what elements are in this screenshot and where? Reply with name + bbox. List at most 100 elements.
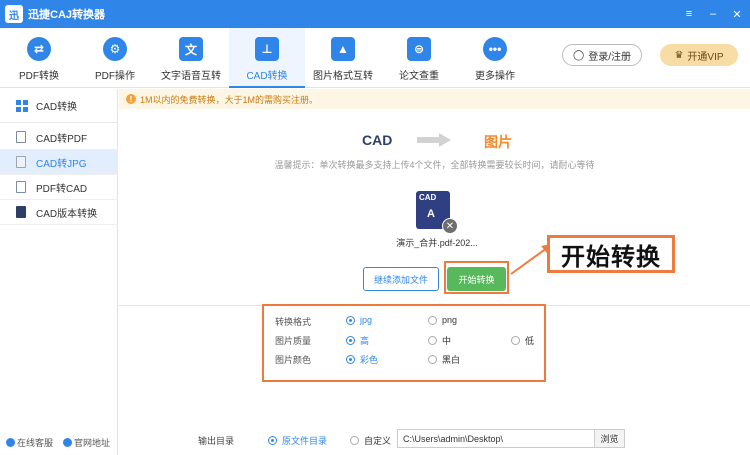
radio-label: 低 xyxy=(525,336,535,346)
cad-file-icon xyxy=(16,206,26,218)
cad-icon: ⊥ xyxy=(255,37,279,61)
vip-button[interactable]: ♛ 开通VIP xyxy=(660,44,738,66)
quality-row: 图片质量 高 中 低 xyxy=(264,331,544,349)
tab-text-voice[interactable]: 文 文字语音互转 xyxy=(153,28,229,88)
sidebar-item-pdf-to-cad[interactable]: PDF转CAD xyxy=(0,175,118,200)
color-row: 图片颜色 彩色 黑白 xyxy=(264,350,544,368)
tab-label: 图片格式互转 xyxy=(313,71,373,82)
pdf-convert-icon: ⇄ xyxy=(27,37,51,61)
sidebar-item-cad-to-jpg[interactable]: CAD转JPG xyxy=(0,150,118,175)
quality-high-radio[interactable]: 高 xyxy=(346,334,369,347)
color-full-radio[interactable]: 彩色 xyxy=(346,353,378,366)
headset-icon xyxy=(6,438,15,447)
format-png-radio[interactable]: png xyxy=(428,315,457,325)
tab-label: PDF操作 xyxy=(95,71,135,82)
file-card[interactable]: CAD A ✕ 演示_合并.pdf-202... xyxy=(392,190,482,250)
output-path-field[interactable]: C:\Users\admin\Desktop\ xyxy=(397,429,595,448)
user-icon: ◯ xyxy=(573,49,585,61)
radio-label: 高 xyxy=(360,336,370,346)
image-file-icon xyxy=(16,156,26,168)
menu-icon[interactable]: ≡ xyxy=(682,8,696,20)
warning-icon: ! xyxy=(126,94,136,104)
callout-label: 开始转换 xyxy=(547,235,675,273)
output-row: 输出目录 原文件目录 自定义 C:\Users\admin\Desktop\ 浏… xyxy=(119,428,750,450)
minimize-icon[interactable]: – xyxy=(706,8,720,20)
tab-cad-convert[interactable]: ⊥ CAD转换 xyxy=(229,28,305,88)
website-link[interactable]: 官网地址 xyxy=(63,436,110,449)
login-label: 登录/注册 xyxy=(588,51,631,63)
radio-label: 中 xyxy=(442,336,452,346)
radio-label: jpg xyxy=(360,315,373,325)
format-label: 转换格式 xyxy=(275,317,312,327)
custom-dir-radio[interactable]: 自定义 xyxy=(350,434,391,447)
file-name: 演示_合并.pdf-202... xyxy=(396,238,478,248)
title-bar: 迅 迅捷CAJ转换器 ≡ – ✕ xyxy=(0,0,750,28)
color-bw-radio[interactable]: 黑白 xyxy=(428,353,460,366)
tab-paper-check[interactable]: ⊜ 论文查重 xyxy=(381,28,457,88)
tip-text: 温馨提示：单次转换最多支持上传4个文件，全部转换需要较长时间，请耐心等待 xyxy=(274,160,595,170)
format-row: 转换格式 jpg png xyxy=(264,312,544,330)
online-service-label: 在线客服 xyxy=(17,438,54,448)
tab-label: 文字语音互转 xyxy=(161,71,221,82)
radio-label: 黑白 xyxy=(442,355,461,365)
sidebar-header: CAD转换 xyxy=(0,89,118,123)
browse-button[interactable]: 浏览 xyxy=(595,429,625,448)
sidebar-header-label: CAD转换 xyxy=(36,102,78,113)
vip-label: 开通VIP xyxy=(687,51,724,63)
sidebar-item-label: CAD版本转换 xyxy=(36,208,98,220)
tab-label: 更多操作 xyxy=(475,71,515,82)
tab-label: PDF转换 xyxy=(19,71,59,82)
radio-label: 彩色 xyxy=(360,355,379,365)
sidebar-item-label: PDF转CAD xyxy=(36,183,88,195)
tab-label: 论文查重 xyxy=(399,71,439,82)
gear-icon: ⚙ xyxy=(103,37,127,61)
tab-more[interactable]: ••• 更多操作 xyxy=(457,28,533,88)
notice-text: 1M以内的免费转换，大于1M的需购买注册。 xyxy=(140,94,319,105)
website-label: 官网地址 xyxy=(74,438,111,448)
cad-glyph: A xyxy=(427,208,435,220)
tab-pdf-operations[interactable]: ⚙ PDF操作 xyxy=(77,28,153,88)
crown-icon: ♛ xyxy=(674,49,684,61)
add-files-button[interactable]: 继续添加文件 xyxy=(363,267,439,291)
login-button[interactable]: ◯ 登录/注册 xyxy=(562,44,642,66)
close-icon[interactable]: ✕ xyxy=(730,8,744,21)
tab-pdf-convert[interactable]: ⇄ PDF转换 xyxy=(1,28,77,88)
quality-low-radio[interactable]: 低 xyxy=(511,334,534,347)
remove-file-icon[interactable]: ✕ xyxy=(442,218,458,234)
online-service-link[interactable]: 在线客服 xyxy=(6,436,53,449)
output-label: 输出目录 xyxy=(198,436,235,446)
pdf-file-icon xyxy=(16,181,26,193)
convert-to-label: 图片 xyxy=(484,134,512,150)
sidebar-footer: 在线客服 官网地址 xyxy=(6,436,110,449)
sidebar: CAD转换 CAD转PDF CAD转JPG PDF转CAD CAD版本转换 在线… xyxy=(0,89,118,455)
text-voice-icon: 文 xyxy=(179,37,203,61)
image-icon: ▲ xyxy=(331,37,355,61)
globe-icon xyxy=(63,438,73,447)
sidebar-item-label: CAD转JPG xyxy=(36,158,87,170)
tab-image-format[interactable]: ▲ 图片格式互转 xyxy=(305,28,381,88)
format-jpg-radio[interactable]: jpg xyxy=(346,315,372,325)
sidebar-item-cad-version[interactable]: CAD版本转换 xyxy=(0,200,118,225)
cad-badge: CAD xyxy=(419,193,437,202)
pdf-file-icon xyxy=(16,131,26,143)
quality-medium-radio[interactable]: 中 xyxy=(428,334,451,347)
grid-icon xyxy=(16,99,28,112)
notice-bar: ! 1M以内的免费转换，大于1M的需购买注册。 xyxy=(119,89,750,109)
options-panel: 转换格式 jpg png 图片质量 高 中 低 图片颜色 彩色 黑白 xyxy=(262,304,546,382)
color-label: 图片颜色 xyxy=(275,355,312,365)
radio-label: 原文件目录 xyxy=(282,436,328,446)
start-convert-button[interactable]: 开始转换 xyxy=(447,267,506,291)
radio-label: 自定义 xyxy=(364,436,392,446)
tab-label: CAD转换 xyxy=(246,71,288,82)
app-title: 迅捷CAJ转换器 xyxy=(28,9,106,21)
app-logo-icon: 迅 xyxy=(5,5,23,23)
arrow-right-icon xyxy=(417,133,451,147)
convert-from-label: CAD xyxy=(362,132,393,148)
window-controls: ≡ – ✕ xyxy=(682,0,744,28)
more-icon: ••• xyxy=(483,37,507,61)
source-dir-radio[interactable]: 原文件目录 xyxy=(268,434,327,447)
quality-label: 图片质量 xyxy=(275,336,312,346)
sidebar-item-label: CAD转PDF xyxy=(36,133,88,145)
sidebar-item-cad-to-pdf[interactable]: CAD转PDF xyxy=(0,125,118,150)
radio-label: png xyxy=(442,315,458,325)
